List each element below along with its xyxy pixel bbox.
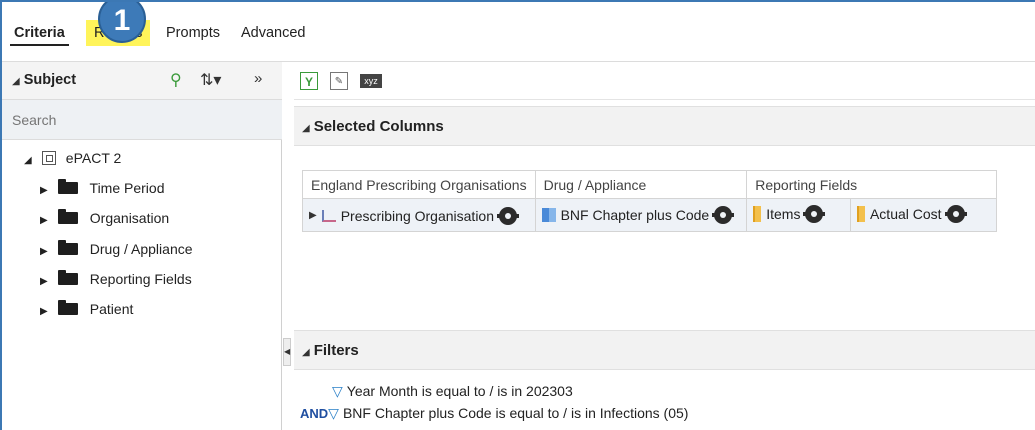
column-cell-actual-cost[interactable]: Actual Cost [849,198,998,232]
column-group-header: Reporting Fields [746,170,998,199]
measure-icon [753,206,762,222]
tab-advanced[interactable]: Advanced [237,20,310,46]
search-icon[interactable]: ⚲ [170,70,182,90]
subject-areas-pane: ◢Subject ⚲ ⇅▾ » ◢ ePACT 2 ▶ Time Period … [2,62,282,430]
gear-icon[interactable] [712,205,735,224]
filter-line-bnf-chapter[interactable]: AND▽ BNF Chapter plus Code is equal to / … [300,402,688,424]
search-box [2,100,282,140]
expand-arrow-icon[interactable]: ▶ [40,300,54,324]
column-label: BNF Chapter plus Code [560,206,710,223]
folder-icon [57,209,78,224]
column-cell-prescribing-organisation[interactable]: ▶ Prescribing Organisation [302,198,536,232]
folder-icon [57,240,78,255]
hierarchy-icon [321,209,336,222]
filters-title[interactable]: ◢ Filters [302,342,359,359]
filter-text: BNF Chapter plus Code is equal to / is i… [342,405,689,421]
filter-text: Year Month is equal to / is in 202303 [346,383,573,399]
gear-icon[interactable] [497,206,519,225]
filter-line-year-month[interactable]: ▽ Year Month is equal to / is in 202303 [332,380,573,402]
tab-bar: Criteria Results Prompts Advanced [2,2,1035,62]
expand-arrow-icon[interactable]: ▶ [309,210,317,221]
gear-icon[interactable] [944,205,967,223]
collapse-arrow-icon[interactable]: ◢ [24,149,38,173]
column-label: Actual Cost [869,206,942,222]
tree-item-patient[interactable]: ▶ Patient [40,297,133,321]
tree-item-label: Time Period [89,180,165,196]
filter-funnel-icon: ▽ [328,405,339,421]
column-group-header: Drug / Appliance [534,170,748,199]
column-group-header: England Prescribing Organisations [302,170,536,199]
tree-item-time-period[interactable]: ▶ Time Period [40,176,164,200]
subject-areas-header: ◢ Subject ⚲ ⇅▾ » [2,62,282,100]
collapse-triangle-icon: ◢ [12,76,20,87]
search-input[interactable] [2,100,282,140]
expand-arrow-icon[interactable]: ▶ [40,240,54,264]
filter-icon[interactable]: Y [300,72,318,90]
filters-header: ◢ Filters [294,330,1035,370]
measure-icon [856,206,865,222]
folder-icon [57,300,78,315]
tree-item-label: Reporting Fields [89,271,192,287]
tree-item-label: Organisation [89,210,170,226]
filter-and-operator[interactable]: AND [300,406,328,421]
column-cell-bnf-chapter[interactable]: BNF Chapter plus Code [534,198,748,232]
subject-areas-title[interactable]: ◢ Subject [12,72,76,88]
expand-arrow-icon[interactable]: ▶ [40,179,54,203]
tree-item-drug-appliance[interactable]: ▶ Drug / Appliance [40,237,193,261]
selected-columns-table: England Prescribing Organisations Drug /… [302,170,998,232]
tree-item-organisation[interactable]: ▶ Organisation [40,206,169,230]
collapse-triangle-icon: ◢ [302,123,310,134]
column-label: Prescribing Organisation [340,207,494,224]
collapse-triangle-icon: ◢ [302,347,310,358]
filter-funnel-icon: ▽ [332,383,343,399]
expand-pane-icon[interactable]: » [254,70,262,87]
xyz-icon[interactable]: xyz [360,74,382,88]
criteria-toolbar: Y ✎ xyz [294,62,1035,100]
analysis-editor: Criteria Results Prompts Advanced ◢Subje… [0,0,1035,430]
tree-item-label: Patient [89,301,134,317]
tree-root-label: ePACT 2 [65,150,122,166]
selected-columns-title[interactable]: ◢ Selected Columns [302,118,444,135]
tab-prompts[interactable]: Prompts [162,20,224,46]
gear-icon[interactable] [803,205,826,223]
folder-icon [57,270,78,285]
pane-collapse-handle[interactable]: ◀ [283,338,291,366]
edit-formula-icon[interactable]: ✎ [330,72,348,90]
attribute-icon [541,207,556,222]
tab-criteria[interactable]: Criteria [10,20,69,46]
column-cell-items[interactable]: Items [746,198,851,232]
expand-arrow-icon[interactable]: ▶ [40,270,54,294]
tree-root[interactable]: ◢ ePACT 2 [24,146,121,170]
subject-area-icon [41,151,56,165]
folder-icon [57,179,78,194]
sort-icon[interactable]: ⇅▾ [200,70,221,90]
column-label: Items [766,206,801,222]
tree-item-reporting-fields[interactable]: ▶ Reporting Fields [40,267,192,291]
expand-arrow-icon[interactable]: ▶ [40,209,54,233]
tree-item-label: Drug / Appliance [89,241,193,257]
selected-columns-header: ◢ Selected Columns [294,106,1035,146]
